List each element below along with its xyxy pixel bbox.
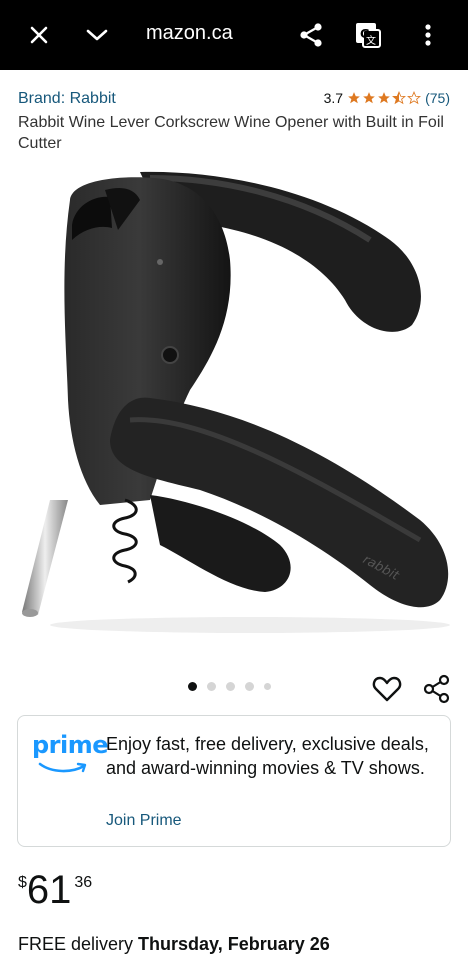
translate-icon[interactable]: G文 <box>351 18 385 52</box>
prime-logo: prime <box>32 731 109 775</box>
rating-summary[interactable]: 3.7 (75) <box>324 90 450 106</box>
prime-message: Enjoy fast, free delivery, exclusive dea… <box>106 734 429 778</box>
join-prime-link[interactable]: Join Prime <box>106 812 182 830</box>
star-full-icon <box>363 92 375 104</box>
carousel-dot[interactable] <box>207 682 216 691</box>
rating-stars <box>347 91 422 105</box>
price-currency: $ <box>18 874 27 891</box>
delivery-date: Thursday, February 26 <box>138 934 330 954</box>
price-fraction: 36 <box>74 874 93 891</box>
price: $ 61 36 <box>18 868 92 912</box>
browser-toolbar: mazon.ca G文 <box>0 0 468 70</box>
carousel-dot[interactable] <box>188 682 197 691</box>
carousel-dot[interactable] <box>245 682 254 691</box>
url-text[interactable]: mazon.ca <box>146 22 233 45</box>
svg-text:文: 文 <box>366 34 376 47</box>
carousel-dots[interactable] <box>188 682 271 691</box>
star-full-icon <box>378 92 390 104</box>
share-icon[interactable] <box>422 674 452 704</box>
close-icon[interactable] <box>22 18 56 52</box>
share-icon[interactable] <box>294 18 328 52</box>
prime-promo-card[interactable]: prime Enjoy fast, free delivery, exclusi… <box>17 715 451 847</box>
price-whole: 61 <box>26 868 72 912</box>
carousel-dot[interactable] <box>226 682 235 691</box>
product-image[interactable]: rabbit <box>0 160 468 670</box>
brand-link[interactable]: Brand: Rabbit <box>18 90 116 108</box>
carousel-dot[interactable] <box>264 683 271 690</box>
prime-smile-icon <box>38 762 87 773</box>
more-vert-icon[interactable] <box>411 18 445 52</box>
rating-count[interactable]: (75) <box>425 90 450 106</box>
product-title: Rabbit Wine Lever Corkscrew Wine Opener … <box>18 114 444 152</box>
delivery-info: FREE delivery Thursday, February 26 <box>18 934 330 955</box>
rating-value: 3.7 <box>323 90 344 106</box>
heart-icon[interactable] <box>372 674 402 704</box>
star-half-icon <box>392 91 407 105</box>
star-empty-icon <box>407 91 422 105</box>
chevron-down-icon[interactable] <box>80 18 114 52</box>
delivery-prefix: FREE delivery <box>18 934 134 954</box>
star-full-icon <box>348 92 360 104</box>
